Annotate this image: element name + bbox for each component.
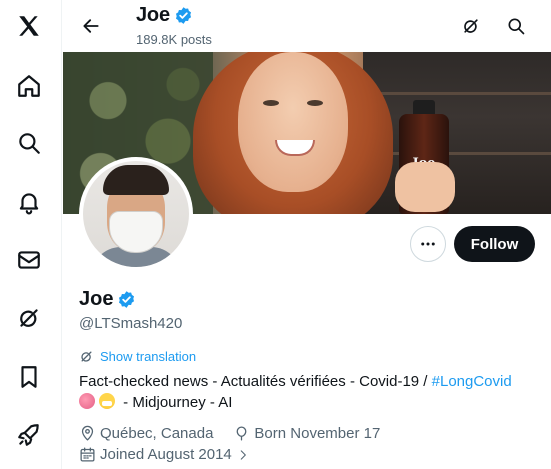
avatar-hair: [103, 165, 169, 195]
show-translation-link[interactable]: Show translation: [79, 349, 196, 364]
profile-name-text: Joe: [79, 288, 114, 310]
verified-badge-icon[interactable]: [174, 6, 193, 25]
more-dots-icon: [421, 242, 435, 246]
profile-meta-row: Joined August 2014: [79, 446, 250, 463]
left-nav-rail: [0, 0, 62, 469]
profile-handle: @LTSmash420: [79, 315, 183, 332]
more-options-button[interactable]: [410, 226, 446, 262]
grok-icon[interactable]: [457, 12, 485, 40]
banner-hand: [395, 162, 455, 212]
calendar-icon: [80, 447, 95, 462]
avatar-photo: [83, 161, 189, 267]
profile-joined-date: Joined August 2014: [100, 446, 232, 463]
rocket-icon[interactable]: [9, 415, 49, 455]
banner-eye: [307, 100, 323, 106]
location-pin-icon: [81, 425, 94, 441]
home-icon[interactable]: [9, 66, 49, 106]
balloon-icon: [237, 426, 247, 441]
show-translation-label: Show translation: [100, 349, 197, 364]
search-icon[interactable]: [502, 12, 530, 40]
profile-birthday: Born November 17: [254, 425, 381, 442]
profile-location: Québec, Canada: [100, 425, 214, 442]
bio-text: - Midjourney - AI: [119, 394, 233, 411]
chevron-right-icon[interactable]: [236, 448, 250, 462]
profile-display-name: Joe: [79, 288, 136, 311]
mail-icon[interactable]: [9, 240, 49, 280]
banner-face: [238, 52, 348, 192]
verified-badge-icon[interactable]: [117, 290, 136, 309]
banner-eye: [263, 100, 279, 106]
banner-shelf-line: [363, 92, 551, 95]
bell-icon[interactable]: [9, 182, 49, 222]
header-name: Joe: [136, 4, 193, 27]
brain-emoji-icon: [79, 393, 95, 409]
header-post-count: 189.8K posts: [136, 32, 212, 47]
profile-meta-row: Québec, Canada Born November 17: [79, 425, 380, 442]
grok-icon[interactable]: [9, 298, 49, 338]
search-icon[interactable]: [9, 123, 49, 163]
grok-icon: [81, 351, 92, 362]
follow-button[interactable]: Follow: [454, 226, 535, 262]
x-logo-icon[interactable]: [9, 6, 49, 46]
bio-text: Fact-checked news - Actualités vérifiées…: [79, 373, 432, 390]
profile-bio: Fact-checked news - Actualités vérifiées…: [79, 371, 545, 413]
profile-header: Joe 189.8K posts: [63, 0, 551, 52]
back-arrow-icon[interactable]: [75, 10, 107, 42]
profile-avatar[interactable]: [79, 157, 193, 271]
profile-main-column: Joe 189.8K posts Joe: [63, 0, 551, 469]
mask-emoji-icon: [99, 393, 115, 409]
bio-hashtag-link[interactable]: #LongCovid: [432, 373, 512, 390]
header-name-text: Joe: [136, 4, 170, 26]
bookmark-icon[interactable]: [9, 357, 49, 397]
